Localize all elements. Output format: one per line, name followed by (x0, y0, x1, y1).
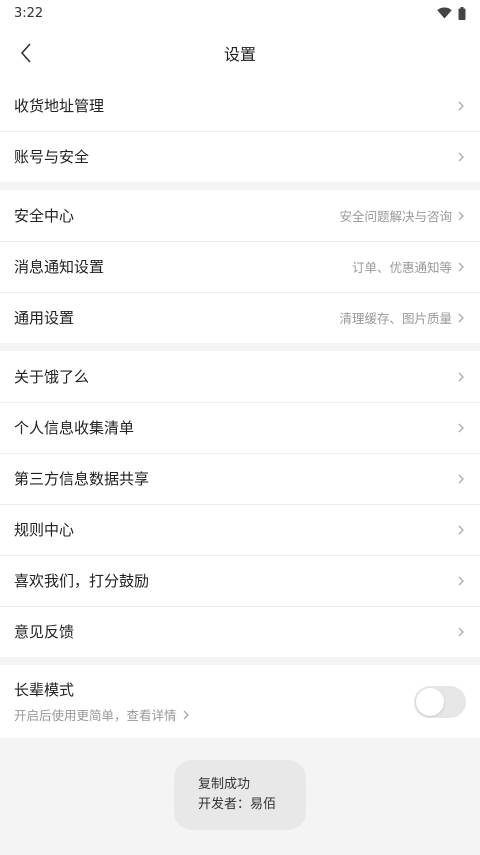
chevron-right-icon (458, 525, 464, 534)
chevron-right-icon (458, 627, 464, 636)
group-divider (0, 657, 480, 665)
status-icons (437, 6, 466, 20)
chevron-right-icon (458, 372, 464, 381)
row-label: 安全中心 (14, 207, 75, 225)
settings-row-rate-us[interactable]: 喜欢我们，打分鼓励 (0, 555, 480, 606)
row-label: 账号与安全 (14, 148, 90, 166)
row-label: 通用设置 (14, 309, 75, 327)
battery-icon (458, 6, 466, 20)
settings-row-feedback[interactable]: 意见反馈 (0, 606, 480, 657)
settings-row-notifications[interactable]: 消息通知设置 订单、优惠通知等 (0, 241, 480, 292)
toggle-knob (416, 687, 444, 716)
toast-message: 复制成功 开发者：易佰 (174, 760, 306, 830)
status-bar: 3:22 (0, 0, 480, 26)
chevron-right-icon (458, 262, 464, 271)
toast-line-1: 复制成功 (198, 777, 251, 792)
settings-row-general[interactable]: 通用设置 清理缓存、图片质量 (0, 292, 480, 343)
chevron-right-icon (458, 576, 464, 585)
group-divider (0, 343, 480, 351)
settings-group-account: 收货地址管理 账号与安全 (0, 80, 480, 182)
wifi-icon (437, 7, 452, 19)
chevron-right-icon (458, 313, 464, 322)
chevron-right-icon (458, 152, 464, 161)
row-label: 关于饿了么 (14, 368, 90, 386)
back-button[interactable] (12, 39, 40, 67)
elder-mode-subtitle: 开启后使用更简单，查看详情 (14, 708, 177, 723)
row-label: 第三方信息数据共享 (14, 470, 150, 488)
settings-row-account-security[interactable]: 账号与安全 (0, 131, 480, 182)
row-label: 个人信息收集清单 (14, 419, 135, 437)
settings-row-security-center[interactable]: 安全中心 安全问题解决与咨询 (0, 190, 480, 241)
elder-mode-details-link[interactable]: 开启后使用更简单，查看详情 (14, 705, 191, 724)
row-label: 意见反馈 (14, 623, 75, 641)
settings-row-personal-info-list[interactable]: 个人信息收集清单 (0, 402, 480, 453)
row-label: 规则中心 (14, 521, 75, 539)
row-label: 消息通知设置 (14, 258, 105, 276)
settings-row-third-party-sharing[interactable]: 第三方信息数据共享 (0, 453, 480, 504)
settings-row-address[interactable]: 收货地址管理 (0, 80, 480, 131)
back-arrow-icon (20, 43, 31, 63)
settings-row-rules-center[interactable]: 规则中心 (0, 504, 480, 555)
settings-group-about: 关于饿了么 个人信息收集清单 第三方信息数据共享 规则中心 喜欢我们，打分鼓励 … (0, 351, 480, 657)
group-divider (0, 182, 480, 190)
settings-group-general: 安全中心 安全问题解决与咨询 消息通知设置 订单、优惠通知等 通用设置 清理缓存… (0, 190, 480, 343)
chevron-right-icon (458, 101, 464, 110)
chevron-right-icon (183, 710, 189, 719)
settings-group-elder-mode: 长辈模式 开启后使用更简单，查看详情 (0, 665, 480, 738)
row-hint: 安全问题解决与咨询 (339, 209, 452, 224)
chevron-right-icon (458, 423, 464, 432)
row-hint: 清理缓存、图片质量 (339, 311, 452, 326)
chevron-right-icon (458, 211, 464, 220)
elder-mode-title: 长辈模式 (14, 681, 75, 699)
header: 设置 (0, 26, 480, 80)
row-label: 喜欢我们，打分鼓励 (14, 572, 150, 590)
row-hint: 订单、优惠通知等 (351, 260, 452, 275)
status-time: 3:22 (14, 5, 44, 21)
row-label: 收货地址管理 (14, 97, 105, 115)
elder-mode-toggle[interactable] (414, 685, 466, 718)
chevron-right-icon (458, 474, 464, 483)
elder-mode-row: 长辈模式 开启后使用更简单，查看详情 (0, 665, 480, 738)
toast-line-2: 开发者：易佰 (198, 797, 277, 812)
settings-row-about[interactable]: 关于饿了么 (0, 351, 480, 402)
page-title: 设置 (223, 45, 256, 64)
